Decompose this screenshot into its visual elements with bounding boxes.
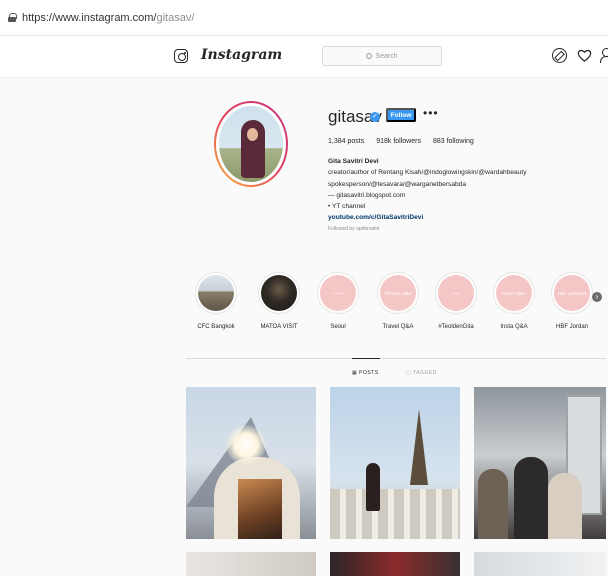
highlight-cfc-bangkok[interactable]: CFC Bangkok bbox=[194, 272, 238, 330]
profile-icon[interactable] bbox=[600, 48, 608, 63]
website-link[interactable]: youtube.com/c/GitaSavitriDevi bbox=[328, 212, 598, 223]
highlight-label: Travel Q&A bbox=[382, 324, 414, 330]
highlight-cover bbox=[195, 272, 237, 314]
url-path: gitasav/ bbox=[156, 11, 195, 24]
verified-badge-icon: ✓ bbox=[370, 112, 380, 122]
highlight-seoul[interactable]: • • • • Seoul bbox=[316, 272, 360, 330]
post-image-detail bbox=[410, 409, 428, 485]
url-text[interactable]: https://www.instagram.com/gitasav/ bbox=[22, 12, 194, 24]
post-image-detail bbox=[366, 463, 380, 511]
following-count[interactable]: 883 following bbox=[433, 138, 474, 145]
highlight-cover-text: HBF JORDAN bbox=[554, 275, 590, 311]
highlight-label: Seoul bbox=[330, 324, 346, 330]
highlight-cover: INSTA Q&A bbox=[493, 272, 535, 314]
search-input[interactable]: Search bbox=[322, 46, 442, 66]
bio-line-1: creator/author of Rentang Kisah/@indoglo… bbox=[328, 169, 527, 177]
tab-posts[interactable]: ▦ POSTS bbox=[352, 370, 379, 376]
chevron-right-icon[interactable]: › bbox=[592, 292, 602, 302]
highlight-insta-qa[interactable]: INSTA Q&A Insta Q&A bbox=[492, 272, 536, 330]
bio-line-2: spokesperson/@tesavara/@warganetbersabda bbox=[328, 180, 467, 188]
post-image-detail bbox=[330, 489, 460, 539]
profile-stats: 1,384 posts 918k followers 883 following bbox=[328, 138, 474, 145]
highlight-cover-text: TRAVEL Q&A bbox=[380, 275, 416, 311]
post-image-detail bbox=[548, 473, 582, 539]
highlight-cover-text bbox=[198, 275, 234, 311]
tab-tagged[interactable]: ▢ TAGGED bbox=[406, 370, 437, 376]
follow-button[interactable]: Follow bbox=[386, 108, 416, 122]
tabs-divider bbox=[186, 358, 606, 359]
profile-bio: Gita Savitri Devi creator/author of Rent… bbox=[328, 156, 598, 235]
highlight-teoldengita[interactable]: • • • #TeoldenGita bbox=[434, 272, 478, 330]
bio-line-4: • YT channel bbox=[328, 203, 366, 211]
profile-avatar[interactable] bbox=[214, 101, 288, 187]
avatar-photo bbox=[219, 106, 283, 182]
top-navigation: Instagram Search bbox=[0, 36, 608, 78]
post-image-detail bbox=[238, 479, 282, 539]
post-thumbnail-3[interactable] bbox=[474, 387, 606, 539]
url-base: https://www.instagram.com/ bbox=[22, 11, 157, 24]
post-thumbnail-6[interactable] bbox=[474, 552, 606, 576]
highlight-cover: HBF JORDAN bbox=[551, 272, 593, 314]
active-tab-indicator bbox=[352, 358, 380, 359]
followed-by[interactable]: Followed by apribnaiml bbox=[328, 224, 598, 235]
highlight-label: Insta Q&A bbox=[500, 324, 528, 330]
highlight-travel-qa[interactable]: TRAVEL Q&A Travel Q&A bbox=[376, 272, 420, 330]
posts-count: 1,384 posts bbox=[328, 138, 365, 145]
bio-line-3: — gitasavitri.blogspot.com bbox=[328, 191, 406, 199]
post-image-detail bbox=[226, 425, 266, 465]
search-icon bbox=[366, 53, 373, 59]
post-image-detail bbox=[478, 469, 508, 539]
browser-address-bar[interactable]: https://www.instagram.com/gitasav/ bbox=[0, 0, 608, 36]
full-name: Gita Savitri Devi bbox=[328, 158, 379, 165]
highlight-cover-text: • • • • bbox=[320, 275, 356, 311]
post-image-detail bbox=[514, 457, 548, 539]
avatar-face bbox=[247, 128, 258, 141]
highlight-cover-text bbox=[261, 275, 297, 311]
highlight-cover: • • • • bbox=[317, 272, 359, 314]
lock-icon bbox=[8, 13, 17, 22]
search-placeholder: Search bbox=[375, 52, 398, 60]
post-thumbnail-4[interactable] bbox=[186, 552, 316, 576]
post-thumbnail-1[interactable] bbox=[186, 387, 316, 539]
highlight-cover: TRAVEL Q&A bbox=[377, 272, 419, 314]
compass-icon[interactable] bbox=[552, 48, 567, 63]
highlight-label: HBF Jordan bbox=[555, 324, 588, 330]
more-options-icon[interactable]: ••• bbox=[423, 106, 439, 120]
highlight-hbf-jordan[interactable]: HBF JORDAN HBF Jordan bbox=[550, 272, 594, 330]
instagram-wordmark[interactable]: Instagram bbox=[201, 47, 282, 63]
highlight-cover-text: INSTA Q&A bbox=[496, 275, 532, 311]
highlight-label: #TeoldenGita bbox=[438, 324, 474, 330]
followers-count[interactable]: 918k followers bbox=[376, 138, 421, 145]
instagram-camera-icon[interactable] bbox=[174, 49, 188, 63]
highlight-label: CFC Bangkok bbox=[197, 324, 235, 330]
highlight-cover: • • • bbox=[435, 272, 477, 314]
highlight-cover-text: • • • bbox=[438, 275, 474, 311]
heart-icon[interactable] bbox=[577, 48, 592, 63]
highlight-cover bbox=[258, 272, 300, 314]
post-thumbnail-5[interactable] bbox=[330, 552, 460, 576]
post-thumbnail-2[interactable] bbox=[330, 387, 460, 539]
avatar-frame bbox=[216, 103, 286, 185]
highlight-matoa-visit[interactable]: MATOA VISIT bbox=[257, 272, 301, 330]
highlight-label: MATOA VISIT bbox=[260, 324, 298, 330]
